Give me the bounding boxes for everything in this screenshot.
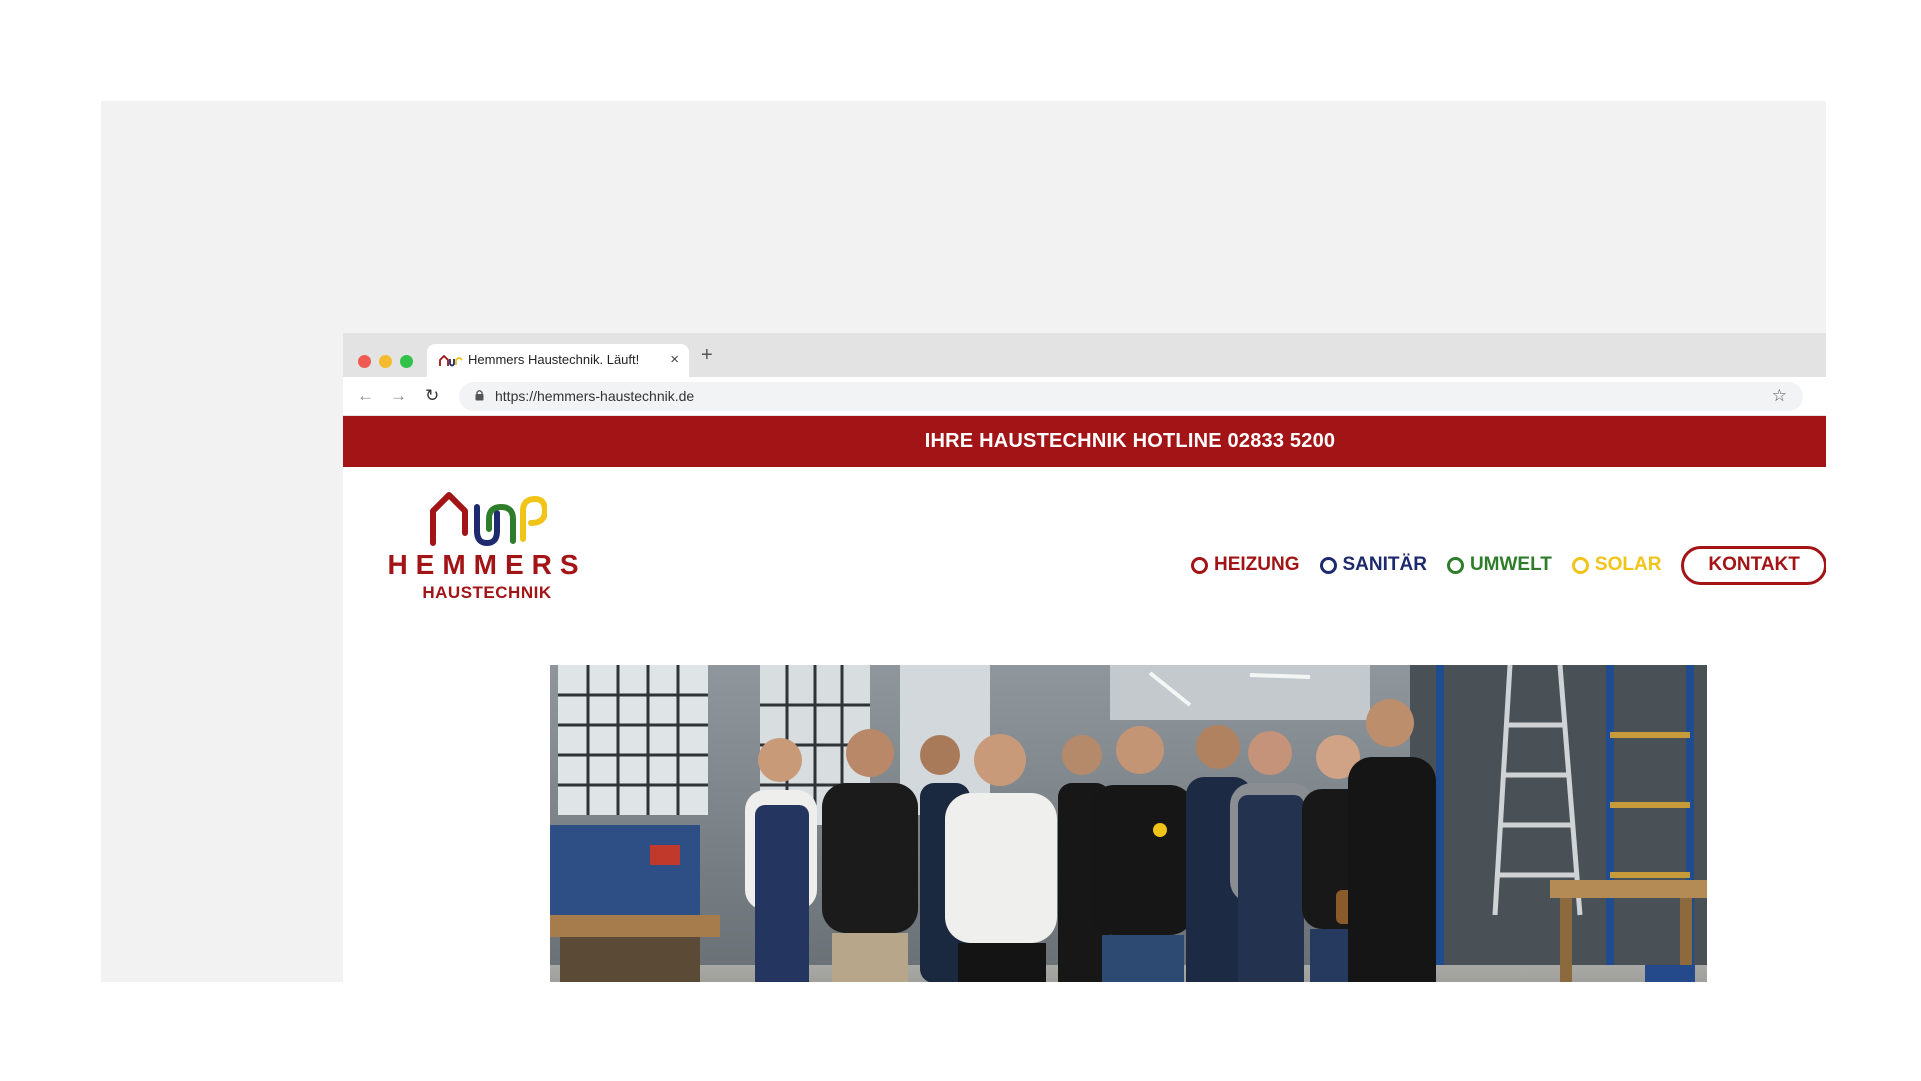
ring-icon [1571,556,1589,574]
main-nav: HEIZUNG SANITÄR UMWELT SOLAR KONTAKT [1191,545,1826,585]
tab-title: Hemmers Haustechnik. Läuft! [468,352,640,367]
nav-solar[interactable]: SOLAR [1571,554,1662,576]
window-minimize-dot[interactable] [379,355,392,368]
reload-icon[interactable]: ↻ [425,386,439,406]
logo-wordmark: HEMMERS [387,549,587,580]
star-icon[interactable]: ☆ [1772,386,1787,406]
slide-background: Hemmers Haustechnik. Läuft! × + ← → ↻ ht… [101,101,1826,982]
hemmers-logo[interactable]: HEMMERS HAUSTECHNIK [387,489,587,605]
nav-label: SANITÄR [1342,554,1427,575]
nav-label: UMWELT [1469,554,1552,575]
address-bar[interactable]: https://hemmers-haustechnik.de ☆ [459,382,1803,411]
lock-icon [475,390,484,401]
url-text: https://hemmers-haustechnik.de [495,388,695,404]
back-icon[interactable]: ← [357,386,374,406]
logo-pipes-icon [430,492,547,547]
browser-toolbar: ← → ↻ https://hemmers-haustechnik.de ☆ ⋮ [343,377,1826,416]
hotline-banner[interactable]: IHRE HAUSTECHNIK HOTLINE 02833 5200 [343,416,1826,467]
team-photo [550,665,1707,982]
browser-window: Hemmers Haustechnik. Läuft! × + ← → ↻ ht… [343,333,1826,982]
forward-icon[interactable]: → [390,386,407,406]
tab-bar: Hemmers Haustechnik. Läuft! × + [343,333,1826,377]
close-icon[interactable]: × [670,351,679,368]
plus-icon[interactable]: + [701,344,713,367]
kontakt-button[interactable]: KONTAKT [1681,545,1826,585]
ring-icon [1191,556,1208,574]
ring-icon [1446,556,1464,574]
window-maximize-dot[interactable] [400,355,413,368]
site-header: HEMMERS HAUSTECHNIK HEIZUNG SANITÄR UMWE… [343,467,1826,657]
nav-heizung[interactable]: HEIZUNG [1191,554,1300,576]
nav-label: SOLAR [1594,554,1662,575]
hotline-text: IHRE HAUSTECHNIK HOTLINE 02833 5200 [924,430,1336,452]
nav-label: HEIZUNG [1214,554,1300,575]
nav-umwelt[interactable]: UMWELT [1446,554,1552,576]
ring-icon [1319,556,1337,574]
favicon-icon [439,355,463,367]
window-close-dot[interactable] [358,355,371,368]
browser-tab[interactable]: Hemmers Haustechnik. Läuft! × [427,344,689,377]
nav-sanitaer[interactable]: SANITÄR [1319,554,1427,576]
logo-subtitle: HAUSTECHNIK [422,583,552,602]
